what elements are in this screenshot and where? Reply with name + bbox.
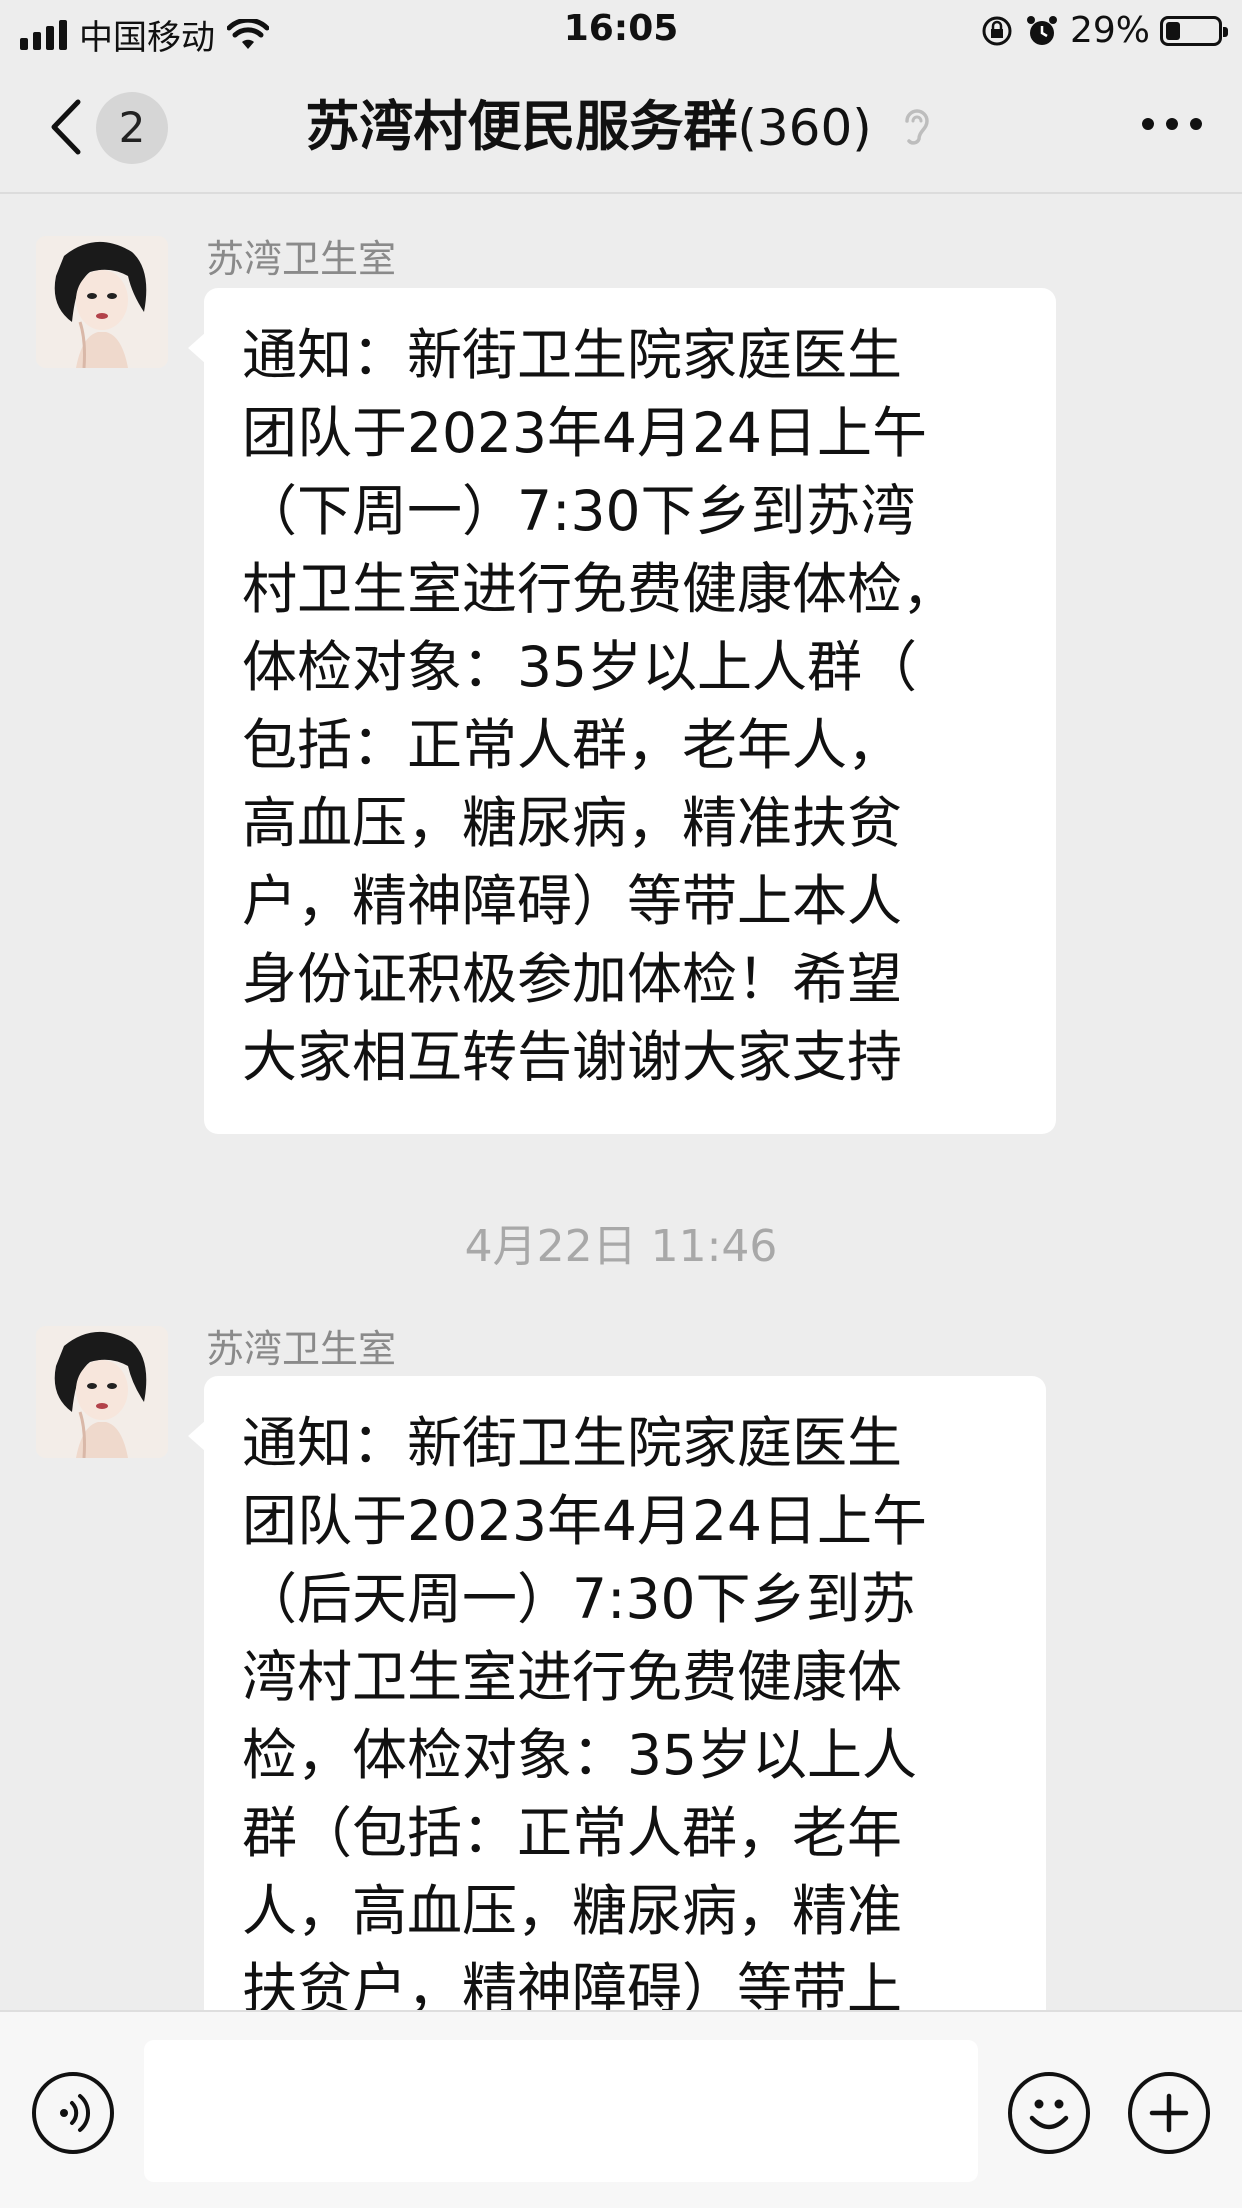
smiley-glyph	[1029, 2099, 1069, 2130]
add-plus-icon[interactable]	[1128, 2072, 1210, 2154]
plus-glyph	[1149, 2093, 1189, 2133]
rotation-lock-icon	[982, 16, 1012, 45]
voice-waves-glyph	[60, 2094, 91, 2132]
chat-screen: 中国移动 16:05 29% 2 苏湾村便民服务群(360) 苏湾卫生室 通知：…	[0, 0, 1242, 2208]
avatar-image	[36, 1326, 168, 1458]
message-text: 通知：新街卫生院家庭医生 团队于2023年4月24日上午 （下周一）7:30下乡…	[242, 323, 958, 1089]
timestamp-divider: 4月22日 11:46	[464, 1221, 778, 1272]
avatar[interactable]	[36, 236, 168, 368]
battery-icon	[1160, 15, 1228, 46]
battery-percent: 29%	[1069, 10, 1150, 51]
alarm-icon	[1026, 15, 1057, 45]
mute-ear-icon	[904, 109, 929, 145]
avatar-image	[36, 236, 168, 368]
input-bar	[0, 2010, 1242, 2208]
emoji-icon[interactable]	[1008, 2072, 1090, 2154]
sender-name: 苏湾卫生室	[206, 1327, 397, 1371]
status-bar: 中国移动 16:05 29%	[0, 0, 1242, 62]
battery-level-fill	[1166, 21, 1180, 40]
sender-name: 苏湾卫生室	[206, 237, 397, 281]
message-text: 通知：新街卫生院家庭医生 团队于2023年4月24日上午 （后天周一）7:30下…	[242, 1411, 927, 2021]
nav-bar: 2 苏湾村便民服务群(360)	[0, 62, 1242, 194]
status-right: 29%	[980, 10, 1228, 51]
chat-title[interactable]: 苏湾村便民服务群(360)	[0, 92, 1242, 163]
message-input[interactable]	[144, 2040, 978, 2182]
message-bubble[interactable]: 通知：新街卫生院家庭医生 团队于2023年4月24日上午 （下周一）7:30下乡…	[188, 288, 1056, 1134]
group-name: 苏湾村便民服务群	[305, 95, 738, 158]
voice-input-icon[interactable]	[32, 2072, 114, 2154]
more-dots-icon[interactable]	[1142, 118, 1202, 130]
avatar[interactable]	[36, 1326, 168, 1458]
member-count: (360)	[737, 99, 872, 157]
